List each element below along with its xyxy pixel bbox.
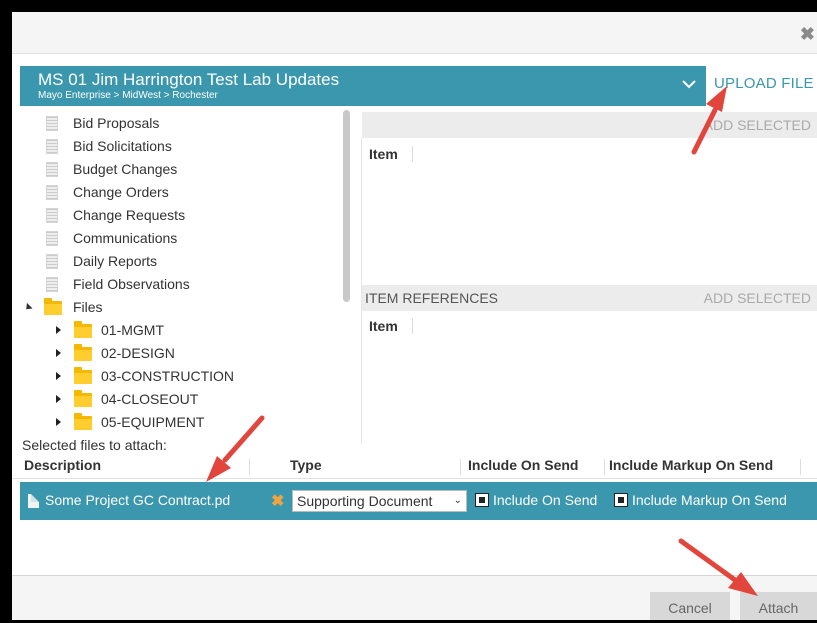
column-divider — [604, 459, 605, 475]
document-icon — [46, 138, 58, 154]
tree-scrollbar[interactable] — [343, 110, 350, 302]
selected-files-label: Selected files to attach: — [22, 437, 167, 453]
document-icon — [46, 115, 58, 131]
cancel-button[interactable]: Cancel — [650, 592, 730, 620]
dialog-topbar: ✖ — [12, 12, 817, 54]
document-icon — [46, 253, 58, 269]
file-icon — [28, 494, 39, 508]
collapsed-caret-icon[interactable] — [56, 326, 61, 334]
folder-icon — [74, 367, 92, 384]
item-references-header: ITEM REFERENCES ADD SELECTED — [362, 285, 817, 311]
type-column-header: Type — [290, 457, 322, 473]
folder-icon — [74, 344, 92, 361]
include-markup-column-header: Include Markup On Send — [609, 457, 774, 473]
add-selected-items-button[interactable]: ADD SELECTED — [704, 117, 811, 133]
include-on-send-label[interactable]: Include On Send — [493, 492, 597, 508]
include-on-send-checkbox[interactable] — [475, 493, 489, 507]
upload-file-button[interactable]: UPLOAD FILE — [714, 75, 814, 92]
project-title: MS 01 Jim Harrington Test Lab Updates — [38, 70, 340, 89]
item-references-title: ITEM REFERENCES — [365, 290, 499, 306]
expand-caret-icon[interactable] — [23, 302, 33, 312]
attach-files-dialog: ✖ MS 01 Jim Harrington Test Lab Updates … — [12, 12, 817, 620]
folder-icon — [44, 298, 62, 315]
close-icon[interactable]: ✖ — [800, 24, 815, 45]
attach-button[interactable]: Attach — [740, 592, 817, 620]
folder-icon — [74, 390, 92, 407]
document-icon — [46, 184, 58, 200]
description-column-header: Description — [24, 457, 102, 473]
column-divider — [412, 146, 413, 162]
collapsed-caret-icon[interactable] — [56, 372, 61, 380]
dialog-footer: Cancel Attach — [12, 575, 817, 620]
items-panel-header: ADD SELECTED — [362, 112, 817, 138]
divider — [12, 478, 817, 479]
column-divider — [800, 459, 801, 475]
attachment-type-value: Supporting Document — [297, 493, 433, 509]
module-tree: Bid Proposals Bid Solicitations Budget C… — [20, 110, 354, 432]
items-column-header[interactable]: Item — [369, 146, 398, 162]
references-column-header[interactable]: Item — [369, 318, 398, 334]
attachment-type-select[interactable]: Supporting Document ⌄ — [292, 490, 467, 512]
include-markup-label[interactable]: Include Markup On Send — [632, 492, 787, 508]
remove-attachment-icon[interactable]: ✖ — [271, 491, 284, 511]
include-on-send-column-header: Include On Send — [468, 457, 579, 473]
collapsed-caret-icon[interactable] — [56, 349, 61, 357]
column-divider — [412, 318, 413, 334]
add-selected-references-button[interactable]: ADD SELECTED — [704, 290, 811, 306]
panel-separator — [361, 138, 362, 444]
document-icon — [46, 161, 58, 177]
project-header[interactable]: MS 01 Jim Harrington Test Lab Updates Ma… — [20, 66, 706, 106]
chevron-down-icon: ⌄ — [453, 495, 462, 506]
attachment-row[interactable]: Some Project GC Contract.pd ✖ Supporting… — [20, 482, 817, 520]
document-icon — [46, 230, 58, 246]
document-icon — [46, 276, 58, 292]
document-icon — [46, 207, 58, 223]
folder-icon — [74, 413, 92, 430]
collapsed-caret-icon[interactable] — [56, 395, 61, 403]
include-markup-checkbox[interactable] — [614, 493, 628, 507]
column-divider — [460, 459, 461, 475]
breadcrumb: Mayo Enterprise > MidWest > Rochester — [38, 90, 218, 101]
chevron-down-icon[interactable] — [682, 77, 696, 91]
collapsed-caret-icon[interactable] — [56, 418, 61, 426]
column-divider — [249, 459, 250, 475]
folder-icon — [74, 321, 92, 338]
attachment-file-name: Some Project GC Contract.pd — [45, 492, 231, 508]
